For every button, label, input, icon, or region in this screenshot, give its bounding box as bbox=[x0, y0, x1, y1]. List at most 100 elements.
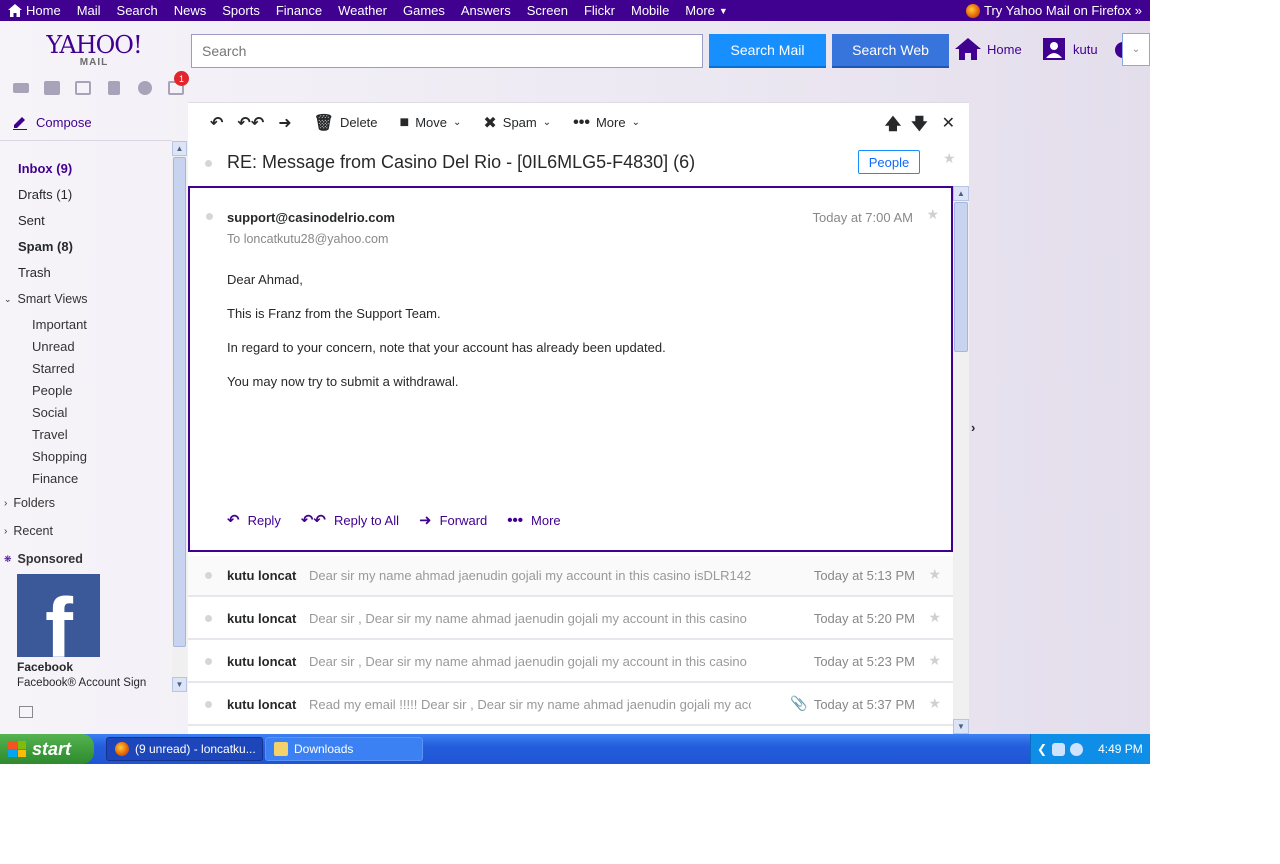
network-icon[interactable] bbox=[1052, 742, 1066, 756]
ad-subtitle[interactable]: Facebook® Account Sign bbox=[17, 677, 146, 689]
facebook-ad-image[interactable]: f bbox=[17, 574, 100, 657]
unread-dot-icon[interactable] bbox=[206, 213, 213, 220]
conversation-scrollbar[interactable]: ▲ ▼ bbox=[953, 186, 969, 734]
unread-dot-icon[interactable] bbox=[205, 658, 212, 665]
nav-search[interactable]: Search bbox=[109, 3, 166, 18]
more-action[interactable]: ••• More bbox=[507, 511, 560, 529]
scroll-down-icon[interactable]: ▼ bbox=[172, 677, 187, 692]
thread-message-row[interactable]: kutu loncat Dear sir , Dear sir my name … bbox=[188, 642, 953, 683]
scroll-up-icon[interactable]: ▲ bbox=[172, 141, 187, 156]
sidebar-item-trash[interactable]: Trash bbox=[18, 265, 51, 280]
tray-expand-icon[interactable]: ❮ bbox=[1037, 742, 1047, 756]
conversation-scroll-thumb[interactable] bbox=[954, 202, 968, 352]
star-icon[interactable]: ★ bbox=[943, 150, 956, 167]
chevron-down-icon: ⌄ bbox=[452, 117, 462, 128]
sidebar-item-travel[interactable]: Travel bbox=[32, 427, 68, 442]
sidebar-item-starred[interactable]: Starred bbox=[32, 361, 75, 376]
reply-all-action[interactable]: ↶↶ Reply to All bbox=[301, 511, 399, 529]
ad-title[interactable]: Facebook bbox=[17, 660, 73, 674]
search-mail-button[interactable]: Search Mail bbox=[709, 34, 826, 68]
delete-button[interactable]: 🗑 Delete bbox=[314, 113, 378, 133]
firefox-promo-link[interactable]: Try Yahoo Mail on Firefox » bbox=[958, 3, 1150, 18]
unread-dot-icon[interactable] bbox=[205, 572, 212, 579]
star-icon[interactable]: ★ bbox=[928, 695, 941, 712]
nav-finance[interactable]: Finance bbox=[268, 3, 330, 18]
star-icon[interactable]: ★ bbox=[928, 652, 941, 669]
nav-sports[interactable]: Sports bbox=[214, 3, 268, 18]
volume-icon[interactable] bbox=[1070, 742, 1084, 756]
nav-home[interactable]: Home bbox=[0, 3, 69, 18]
sidebar-item-social[interactable]: Social bbox=[32, 405, 67, 420]
move-button[interactable]: ■ Move ⌄ bbox=[400, 114, 462, 132]
newsfeed-app-icon[interactable]: 1 bbox=[160, 71, 191, 98]
sidebar-item-spam[interactable]: Spam (8) bbox=[18, 239, 73, 254]
sidebar-item-unread[interactable]: Unread bbox=[32, 339, 75, 354]
nav-games[interactable]: Games bbox=[395, 3, 453, 18]
nav-weather[interactable]: Weather bbox=[330, 3, 395, 18]
star-icon[interactable]: ★ bbox=[926, 206, 939, 223]
nav-news[interactable]: News bbox=[166, 3, 215, 18]
sidebar-item-shopping[interactable]: Shopping bbox=[32, 449, 87, 464]
sponsored-label: Sponsored bbox=[17, 552, 83, 566]
reply-all-icon: ↶↶ bbox=[237, 114, 265, 132]
search-input[interactable] bbox=[191, 34, 703, 68]
nav-screen[interactable]: Screen bbox=[519, 3, 576, 18]
sidebar-item-sent[interactable]: Sent bbox=[18, 213, 45, 228]
reply-all-button[interactable]: ↶↶ bbox=[237, 113, 264, 133]
calendar-app-icon[interactable] bbox=[67, 78, 98, 98]
sidebar-scrollbar[interactable]: ▲ ▼ bbox=[172, 141, 187, 692]
trash-icon: 🗑 bbox=[313, 114, 334, 132]
nav-mobile[interactable]: Mobile bbox=[623, 3, 677, 18]
thread-message-row[interactable]: kutu loncat Dear sir my name ahmad jaenu… bbox=[188, 556, 953, 597]
taskbar-downloads-window[interactable]: Downloads bbox=[265, 737, 423, 761]
reply-button[interactable]: ↶ bbox=[210, 113, 223, 133]
messenger-app-icon[interactable] bbox=[129, 78, 160, 98]
nav-answers[interactable]: Answers bbox=[453, 3, 519, 18]
image-icon[interactable] bbox=[19, 706, 33, 718]
star-icon[interactable]: ★ bbox=[928, 609, 941, 626]
message-recipient[interactable]: loncatkutu28@yahoo.com bbox=[244, 232, 389, 246]
close-icon[interactable]: ✕ bbox=[942, 113, 955, 140]
user-menu[interactable]: kutu bbox=[1043, 38, 1098, 60]
sidebar-scroll-thumb[interactable] bbox=[173, 157, 186, 647]
notepad-app-icon[interactable] bbox=[98, 78, 129, 98]
thread-message-row[interactable]: kutu loncat Dear sir , Dear sir my name … bbox=[188, 599, 953, 640]
sidebar-item-finance[interactable]: Finance bbox=[32, 471, 78, 486]
star-icon[interactable]: ★ bbox=[928, 566, 941, 583]
smart-views-toggle[interactable]: ⌄ Smart Views bbox=[4, 292, 87, 306]
unread-dot-icon[interactable] bbox=[205, 701, 212, 708]
nav-more[interactable]: More ▼ bbox=[677, 3, 736, 18]
scroll-up-icon[interactable]: ▲ bbox=[953, 186, 969, 201]
mail-app-icon[interactable] bbox=[5, 78, 36, 98]
nav-flickr[interactable]: Flickr bbox=[576, 3, 623, 18]
header-home-link[interactable]: Home bbox=[955, 38, 1022, 60]
search-web-button[interactable]: Search Web bbox=[832, 34, 949, 68]
chevron-right-icon[interactable]: › bbox=[971, 420, 975, 435]
message-sender[interactable]: support@casinodelrio.com bbox=[227, 210, 395, 225]
scroll-down-icon[interactable]: ▼ bbox=[953, 719, 969, 734]
start-button[interactable]: start bbox=[0, 734, 94, 764]
forward-button[interactable]: ➜ bbox=[278, 113, 291, 133]
sidebar-item-drafts[interactable]: Drafts (1) bbox=[18, 187, 72, 202]
more-button[interactable]: ••• More ⌄ bbox=[573, 114, 640, 132]
unread-dot-icon[interactable] bbox=[205, 160, 212, 167]
settings-dropdown[interactable]: ⌄ bbox=[1122, 33, 1150, 66]
nav-mail[interactable]: Mail bbox=[69, 3, 109, 18]
taskbar-firefox-window[interactable]: (9 unread) - loncatku... bbox=[106, 737, 263, 761]
contacts-app-icon[interactable] bbox=[36, 78, 67, 98]
people-button[interactable]: People bbox=[858, 150, 920, 174]
next-message-icon[interactable]: 🡇 bbox=[911, 113, 927, 140]
previous-message-icon[interactable]: 🡅 bbox=[885, 113, 901, 140]
reply-action[interactable]: ↶ Reply bbox=[227, 511, 281, 529]
compose-button[interactable]: Compose bbox=[12, 114, 92, 130]
sidebar-item-important[interactable]: Important bbox=[32, 317, 87, 332]
yahoo-mail-logo[interactable]: YAHOO! MAIL bbox=[46, 33, 142, 69]
unread-dot-icon[interactable] bbox=[205, 615, 212, 622]
thread-message-row[interactable]: kutu loncat Read my email !!!!! Dear sir… bbox=[188, 685, 953, 726]
sidebar-item-people[interactable]: People bbox=[32, 383, 72, 398]
sidebar-item-inbox[interactable]: Inbox (9) bbox=[18, 161, 72, 176]
recent-toggle[interactable]: › Recent bbox=[4, 524, 53, 538]
spam-button[interactable]: ✖ Spam ⌄ bbox=[483, 113, 551, 133]
forward-action[interactable]: ➜ Forward bbox=[419, 511, 487, 529]
folders-toggle[interactable]: › Folders bbox=[4, 496, 55, 510]
